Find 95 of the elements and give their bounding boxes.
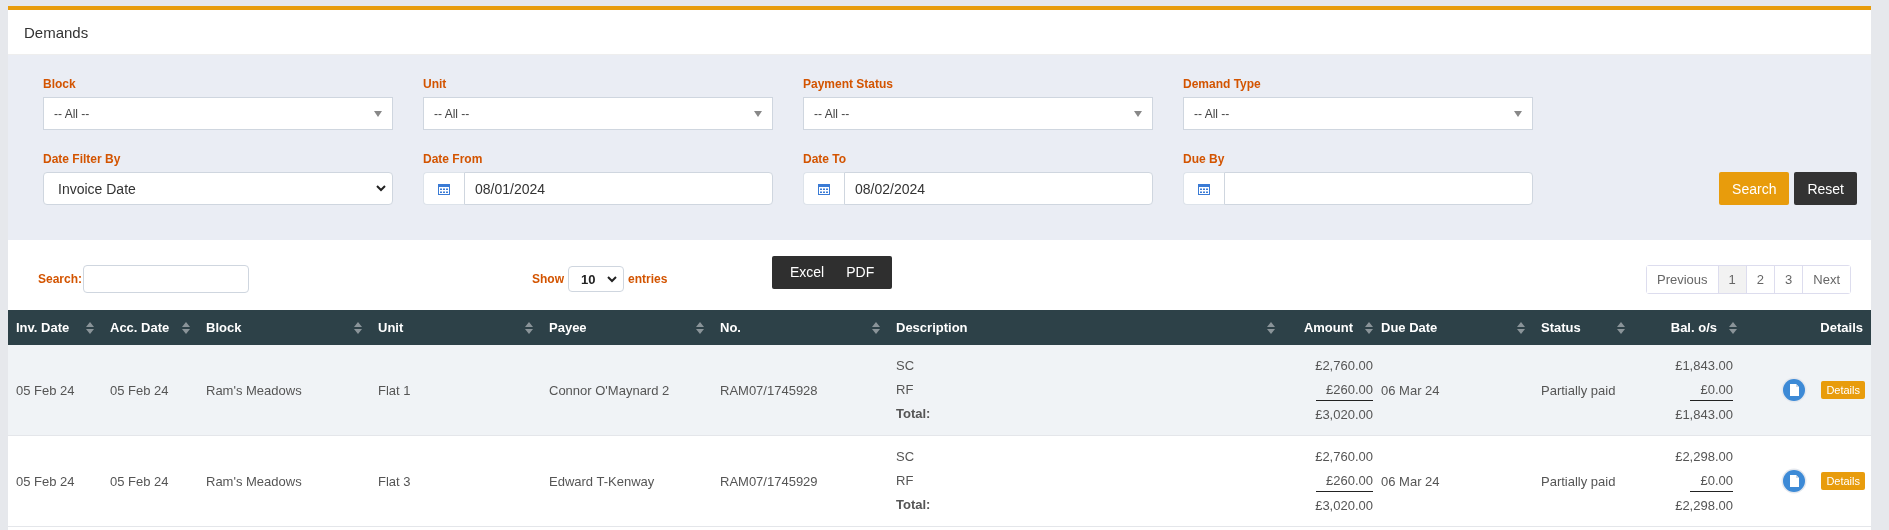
table-cell: 06 Mar 24 <box>1381 382 1440 398</box>
table-cell: 05 Feb 24 <box>110 473 169 489</box>
sort-icon[interactable] <box>872 321 880 334</box>
table-cell: Ram's Meadows <box>206 473 302 489</box>
select-field[interactable]: -- All -- <box>803 97 1153 130</box>
table-cell: 06 Mar 24 <box>1381 473 1440 489</box>
table-cell: 05 Feb 24 <box>110 382 169 398</box>
sort-icon[interactable] <box>182 321 190 334</box>
table-cell-text: SC <box>896 357 915 375</box>
caret-icon <box>1134 110 1142 117</box>
filter-label: Date From <box>423 152 484 166</box>
chevron-icon <box>376 185 386 192</box>
document-icon[interactable] <box>1781 468 1808 494</box>
table-cell: £0.00 <box>1690 470 1733 492</box>
entries-label: entries <box>628 272 668 286</box>
calendar-icon <box>438 182 450 195</box>
date-field[interactable] <box>1224 172 1533 205</box>
table-cell-text: £2,298.00 <box>1675 496 1733 515</box>
select-field[interactable]: -- All -- <box>1183 97 1533 130</box>
sort-icon[interactable] <box>354 321 362 334</box>
chevron-icon <box>607 275 617 283</box>
table-cell: RAM07/1745928 <box>720 382 818 398</box>
table-cell-text: £2,760.00 <box>1315 447 1373 466</box>
sort-icon[interactable] <box>1517 321 1525 334</box>
table-cell: Flat 3 <box>378 473 411 489</box>
caret-icon <box>1514 110 1522 117</box>
table-cell-text: RF <box>896 381 914 399</box>
sort-icon[interactable] <box>1267 321 1275 334</box>
filter-label: Due By <box>1183 152 1226 166</box>
export-button[interactable]: PDF <box>836 255 885 289</box>
table-cell: Edward T-Kenway <box>549 473 655 489</box>
calendar-icon <box>818 182 830 195</box>
table-cell-text: £1,843.00 <box>1675 356 1733 375</box>
table-cell: 05 Feb 24 <box>16 473 75 489</box>
table-cell-text: £3,020.00 <box>1315 496 1373 515</box>
column-header[interactable]: Status <box>1541 320 1581 335</box>
document-icon[interactable] <box>1781 377 1808 403</box>
select-field[interactable]: -- All -- <box>43 97 393 130</box>
caret-icon <box>754 110 762 117</box>
table-cell: £0.00 <box>1690 379 1733 401</box>
column-header[interactable]: Block <box>206 320 242 335</box>
table-cell: Connor O'Maynard 2 <box>549 382 670 398</box>
table-cell-text: RF <box>896 472 914 490</box>
table-cell-text: Total: <box>896 496 931 514</box>
column-header[interactable]: Amount <box>1303 320 1353 335</box>
filter-label: Unit <box>423 77 448 91</box>
column-header[interactable]: No. <box>720 320 741 335</box>
table-cell-text: £3,020.00 <box>1315 405 1373 424</box>
entries-select[interactable]: 10 <box>568 266 624 292</box>
table-cell: £260.00 <box>1316 379 1373 401</box>
filter-label: Demand Type <box>1183 77 1262 91</box>
column-header[interactable]: Description <box>896 320 968 335</box>
table-cell: Partially paid <box>1541 382 1616 398</box>
table-cell-text: £1,843.00 <box>1675 405 1733 424</box>
sort-icon[interactable] <box>1365 321 1373 334</box>
sort-icon[interactable] <box>696 321 704 334</box>
calendar-icon <box>1198 182 1210 195</box>
filter-label: Date Filter By <box>43 152 122 166</box>
date-field[interactable]: 08/01/2024 <box>464 172 773 205</box>
sort-icon[interactable] <box>86 321 94 334</box>
search-field[interactable] <box>83 265 250 293</box>
column-header[interactable]: Unit <box>378 320 404 335</box>
select-field[interactable]: Invoice Date <box>43 172 393 205</box>
table-cell: Flat 1 <box>378 382 411 398</box>
table-cell: 05 Feb 24 <box>16 382 75 398</box>
sort-icon[interactable] <box>1729 321 1737 334</box>
table-cell: Ram's Meadows <box>206 382 302 398</box>
page-button[interactable]: Next <box>1802 265 1850 293</box>
table-cell-text: SC <box>896 448 915 466</box>
select-field[interactable]: -- All -- <box>423 97 773 130</box>
column-header[interactable]: Details <box>1820 320 1863 335</box>
date-field[interactable]: 08/02/2024 <box>844 172 1153 205</box>
table-cell-text: £2,760.00 <box>1315 356 1373 375</box>
show-label: Show <box>532 272 564 286</box>
page-button[interactable]: 1 <box>1717 265 1746 293</box>
table-cell: RAM07/1745929 <box>720 473 818 489</box>
sort-icon[interactable] <box>1617 321 1625 334</box>
filter-label: Payment Status <box>803 77 895 91</box>
export-button[interactable]: Excel <box>780 255 835 289</box>
column-header[interactable]: Inv. Date <box>16 320 70 335</box>
table-cell-text: £2,298.00 <box>1675 447 1733 466</box>
search-label: Search: <box>38 272 83 286</box>
filter-label: Date To <box>803 152 848 166</box>
column-header[interactable]: Payee <box>549 320 587 335</box>
sort-icon[interactable] <box>525 321 533 334</box>
column-header[interactable]: Acc. Date <box>110 320 170 335</box>
column-header[interactable]: Bal. o/s <box>1670 320 1717 335</box>
table-cell-text: Total: <box>896 405 931 423</box>
filter-label: Block <box>43 77 77 91</box>
table-cell: Partially paid <box>1541 473 1616 489</box>
column-header[interactable]: Due Date <box>1381 320 1438 335</box>
caret-icon <box>374 110 382 117</box>
table-cell: £260.00 <box>1316 470 1373 492</box>
reset-button[interactable]: Reset <box>1794 172 1857 205</box>
panel-title: Demands <box>24 23 89 41</box>
